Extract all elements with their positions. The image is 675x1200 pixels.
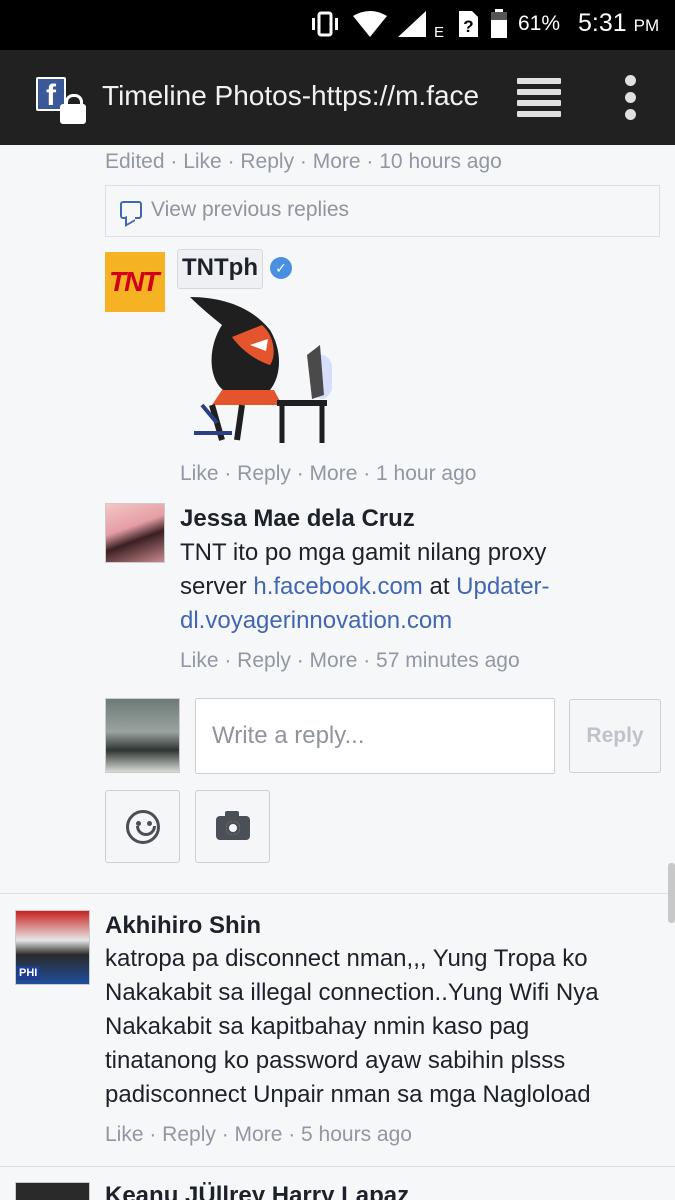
reply-button[interactable]: Reply	[569, 699, 661, 773]
akhihiro-line: tinatanong ko password ayaw sabihin plss…	[105, 1047, 566, 1074]
sticker-button[interactable]	[105, 790, 180, 863]
svg-text:?: ?	[463, 17, 473, 36]
signal-icon	[398, 11, 426, 37]
tnt-logo-text: TNT	[109, 266, 159, 297]
camera-icon	[216, 811, 250, 840]
akhihiro-avatar[interactable]: PHI	[15, 910, 90, 985]
network-type-label: E	[434, 24, 445, 41]
comments-content: Edited · Like · Reply · More · 10 hours …	[0, 145, 675, 1200]
keanu-name[interactable]: Keanu JÜllrey Harry Lapaz	[105, 1182, 409, 1200]
akhihiro-comment-text: katropa pa disconnect nman,,, Yung Tropa…	[105, 942, 665, 1112]
smiley-icon	[126, 810, 160, 844]
tabs-icon[interactable]	[517, 78, 563, 118]
akhihiro-line: padisconnect Unpair nman sa mga Nagloloa…	[105, 1081, 591, 1108]
wifi-icon	[353, 11, 387, 37]
browser-toolbar: f Timeline Photos-https://m.face	[0, 50, 675, 145]
overflow-menu-icon[interactable]	[622, 75, 638, 121]
tnt-reply-meta[interactable]: Like · Reply · More · 1 hour ago	[180, 462, 476, 486]
view-previous-replies-label: View previous replies	[151, 198, 350, 221]
jessa-text-3: at	[422, 573, 457, 600]
battery-percent: 61%	[518, 12, 561, 35]
tnt-avatar[interactable]: TNT	[105, 252, 165, 312]
keanu-avatar[interactable]	[15, 1182, 90, 1200]
phi-badge: PHI	[16, 966, 41, 980]
jessa-text-line1: TNT ito po mga gamit nilang proxy	[180, 539, 547, 566]
jessa-text-2: server	[180, 573, 254, 600]
battery-icon	[491, 9, 507, 38]
verified-badge-icon: ✓	[270, 257, 292, 279]
link-updater-part2[interactable]: dl.voyagerinnovation.com	[180, 607, 452, 634]
divider	[0, 893, 675, 894]
status-bar: E ? 61% 5:31 PM	[0, 0, 675, 50]
jessa-name[interactable]: Jessa Mae dela Cruz	[180, 505, 415, 533]
akhihiro-name[interactable]: Akhihiro Shin	[105, 912, 261, 940]
tnt-name: TNTph	[182, 254, 258, 281]
sim-unknown-icon: ?	[459, 11, 478, 37]
jessa-reply-meta[interactable]: Like · Reply · More · 57 minutes ago	[180, 649, 520, 673]
write-reply-field[interactable]	[195, 698, 555, 774]
top-comment-meta[interactable]: Edited · Like · Reply · More · 10 hours …	[105, 150, 502, 174]
link-h-facebook[interactable]: h.facebook.com	[253, 573, 422, 600]
jessa-avatar[interactable]	[105, 503, 165, 563]
current-user-avatar	[105, 698, 180, 773]
tab-title[interactable]: Timeline Photos-https://m.face	[102, 80, 480, 112]
akhihiro-line: Nakakabit sa kapitbahay nmin kaso pag	[105, 1013, 530, 1040]
scrollbar-thumb[interactable]	[668, 863, 675, 923]
link-updater-part1[interactable]: Updater-	[456, 573, 549, 600]
view-previous-replies-button[interactable]: View previous replies	[105, 185, 660, 237]
clock-ampm: PM	[633, 16, 660, 35]
comment-icon	[120, 201, 142, 219]
clock: 5:31 PM	[578, 9, 659, 38]
write-reply-input[interactable]	[196, 699, 554, 773]
clock-time: 5:31	[578, 9, 627, 37]
divider	[0, 1166, 675, 1167]
jessa-comment-text: TNT ito po mga gamit nilang proxy server…	[180, 536, 650, 638]
akhihiro-line: Nakakabit sa illegal connection..Yung Wi…	[105, 979, 599, 1006]
akhihiro-comment-meta[interactable]: Like · Reply · More · 5 hours ago	[105, 1123, 412, 1147]
hacker-sticker-image	[190, 297, 332, 443]
tnt-name-highlight[interactable]: TNTph	[177, 249, 263, 289]
akhihiro-line: katropa pa disconnect nman,,, Yung Tropa…	[105, 945, 588, 972]
vibrate-icon	[312, 11, 338, 37]
lock-icon	[60, 94, 86, 124]
photo-button[interactable]	[195, 790, 270, 863]
